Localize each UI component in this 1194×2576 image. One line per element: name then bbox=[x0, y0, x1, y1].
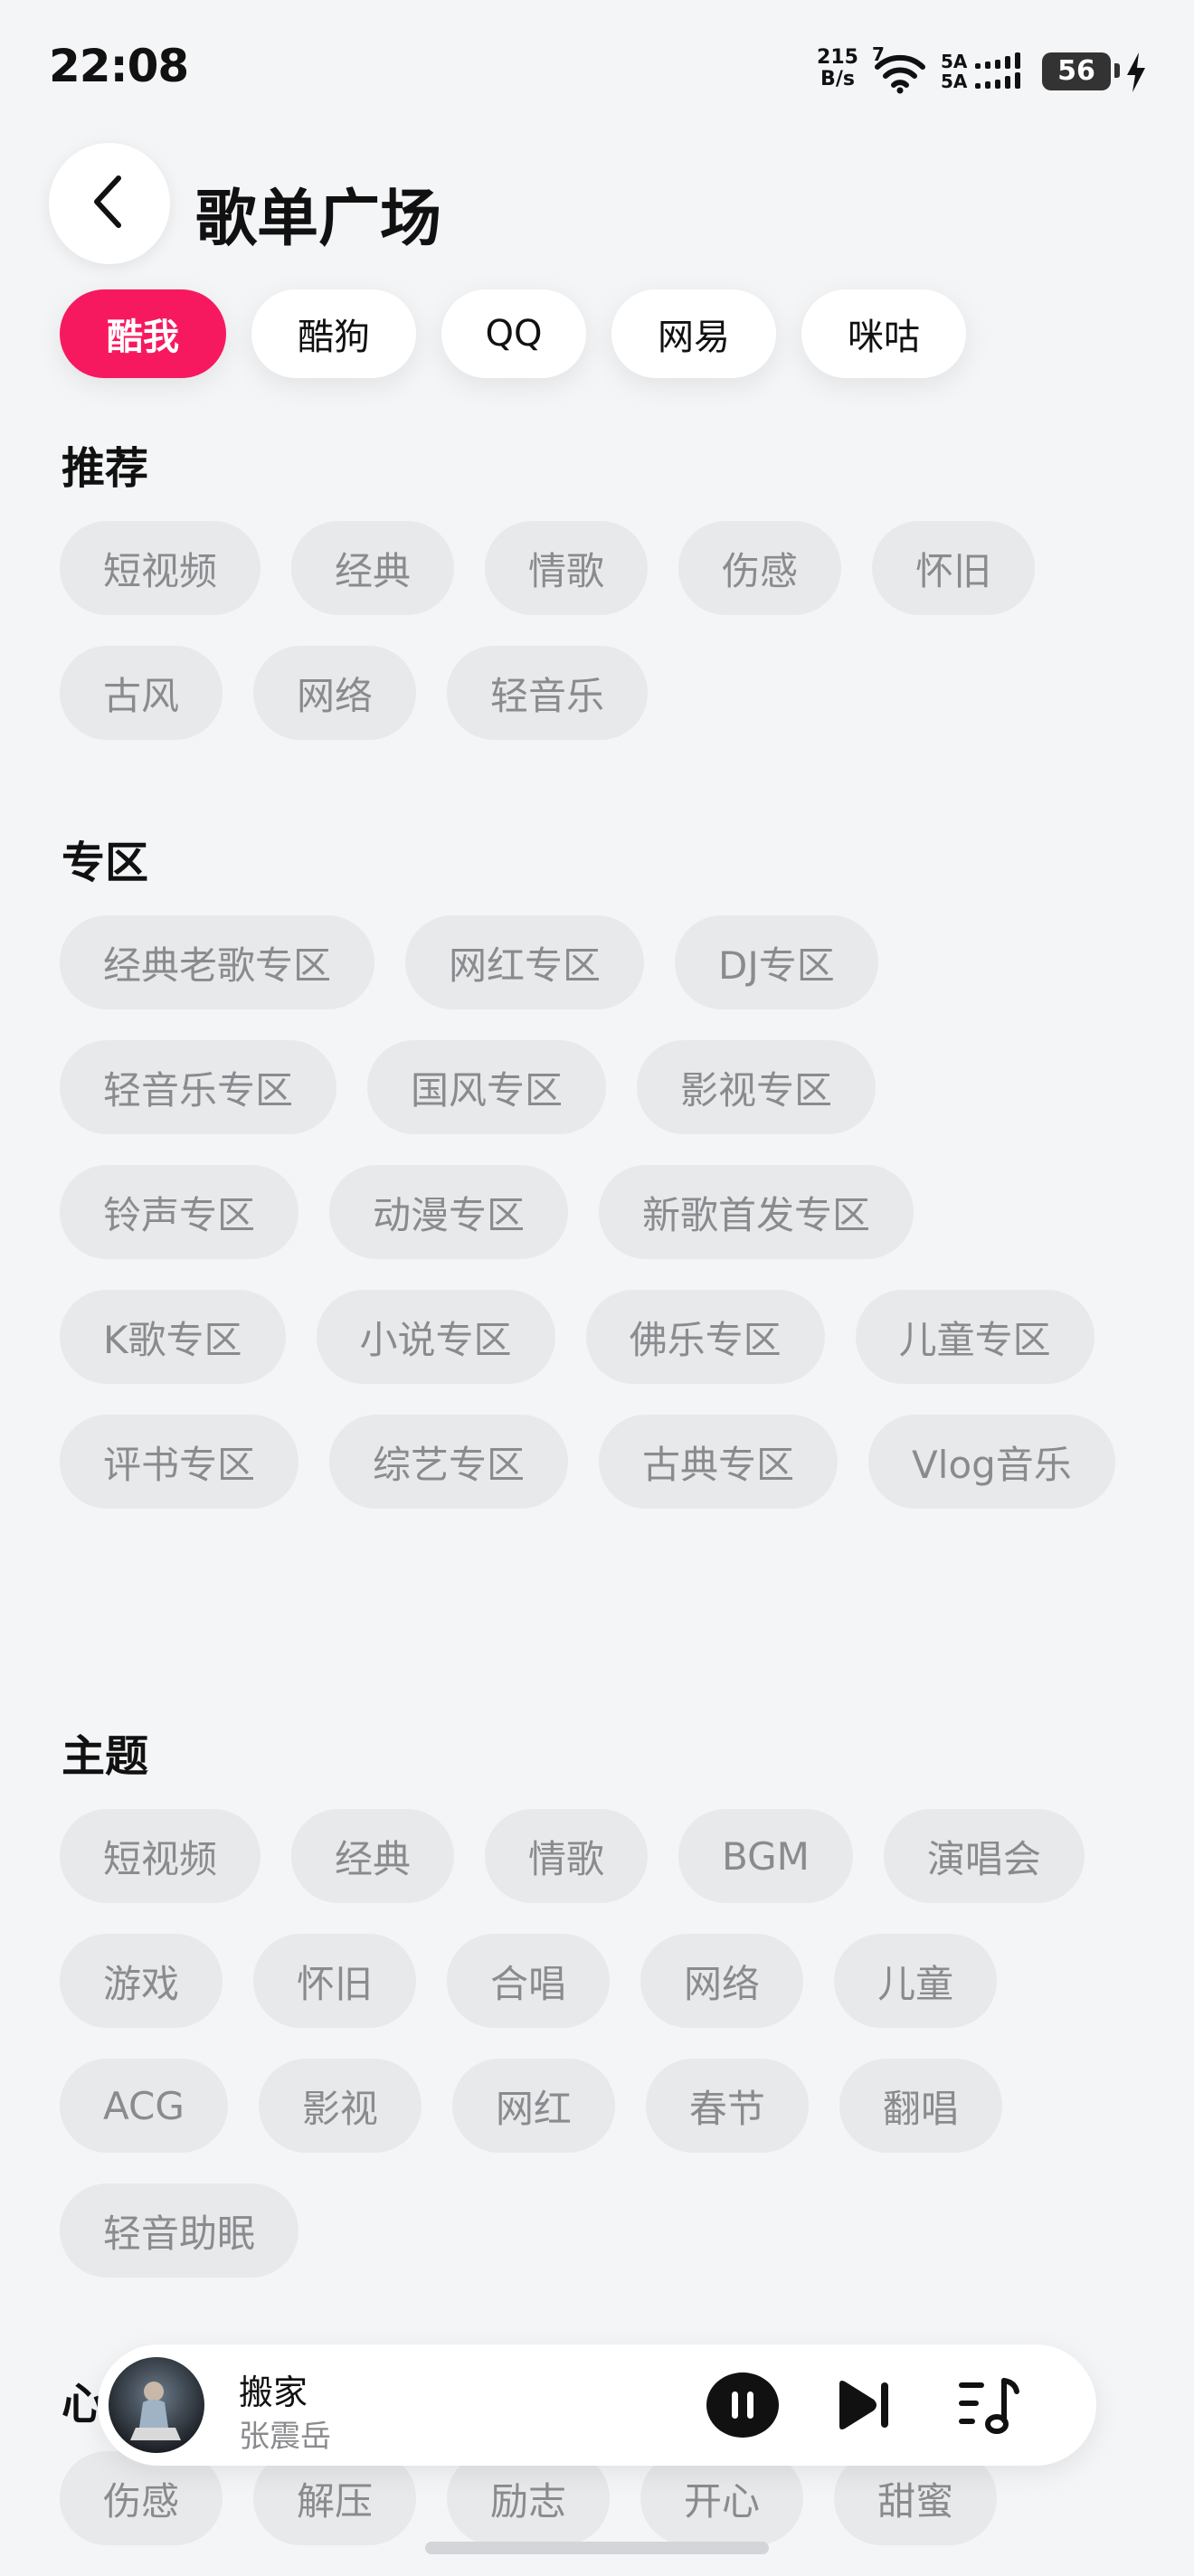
chip-item[interactable]: 网络 bbox=[253, 646, 417, 740]
section-title-themes: 主题 bbox=[62, 1731, 149, 1782]
song-artist: 张震岳 bbox=[239, 2419, 331, 2455]
charging-bolt-icon bbox=[1125, 52, 1147, 92]
chip-item[interactable]: 短视频 bbox=[60, 1809, 261, 1903]
sim1-label: 5A bbox=[941, 51, 968, 72]
chip-group-zones: 经典老歌专区 网红专区 DJ专区轻音乐专区 国风专区 影视专区铃声专区 动漫专区 新歌首发专… bbox=[60, 915, 1145, 1509]
chip-item[interactable]: 动漫专区 bbox=[329, 1165, 569, 1259]
section-title-zones: 专区 bbox=[62, 838, 149, 888]
chevron-left-icon bbox=[88, 173, 131, 234]
chip-item[interactable]: 游戏 bbox=[60, 1934, 223, 2028]
tab-kugou[interactable]: 酷狗 bbox=[251, 289, 416, 378]
cell-signal-icon: 5A 5A bbox=[941, 51, 1031, 94]
chip-item[interactable]: 轻音乐 bbox=[447, 646, 649, 740]
playlist-icon bbox=[957, 2378, 1022, 2440]
tab-qq[interactable]: QQ bbox=[441, 289, 586, 378]
back-button[interactable] bbox=[49, 143, 170, 264]
album-cover[interactable] bbox=[109, 2357, 204, 2453]
chip-item[interactable]: ACG bbox=[60, 2059, 228, 2153]
chip-item[interactable]: 古风 bbox=[60, 646, 223, 740]
chip-item[interactable]: 怀旧 bbox=[872, 521, 1036, 615]
next-button[interactable] bbox=[834, 2375, 894, 2435]
chip-item[interactable]: K歌专区 bbox=[60, 1290, 286, 1384]
chip-item[interactable]: 综艺专区 bbox=[329, 1415, 569, 1509]
chip-item[interactable]: 轻音乐专区 bbox=[60, 1040, 337, 1134]
section-title-recommend: 推荐 bbox=[62, 443, 149, 494]
sim2-label: 5A bbox=[941, 71, 968, 92]
chip-item[interactable]: 春节 bbox=[645, 2059, 809, 2153]
chip-item[interactable]: 网红专区 bbox=[405, 915, 645, 1009]
chip-item[interactable]: 铃声专区 bbox=[60, 1165, 299, 1259]
chip-item[interactable]: 经典 bbox=[291, 1809, 455, 1903]
battery-tip bbox=[1114, 63, 1120, 78]
chip-item[interactable]: 情歌 bbox=[485, 1809, 649, 1903]
chip-group-recommend: 短视频 经典 情歌 伤感 怀旧古风 网络 轻音乐 bbox=[60, 521, 1145, 740]
chip-item[interactable]: 影视专区 bbox=[637, 1040, 877, 1134]
net-speed: 215 B/s bbox=[814, 47, 861, 90]
chip-item[interactable]: 国风专区 bbox=[367, 1040, 607, 1134]
mini-player[interactable]: 搬家 张震岳 bbox=[98, 2344, 1096, 2466]
chip-item[interactable]: 评书专区 bbox=[60, 1415, 299, 1509]
chip-item[interactable]: 儿童专区 bbox=[855, 1290, 1094, 1384]
tab-kuwo[interactable]: 酷我 bbox=[60, 289, 226, 378]
chip-item[interactable]: 演唱会 bbox=[883, 1809, 1085, 1903]
source-tabs: 酷我 酷狗 QQ 网易 咪咕 bbox=[60, 289, 966, 378]
chip-item[interactable]: 新歌首发专区 bbox=[599, 1165, 914, 1259]
pause-button[interactable] bbox=[706, 2368, 780, 2442]
chip-item[interactable]: 佛乐专区 bbox=[585, 1290, 825, 1384]
playlist-button[interactable] bbox=[957, 2373, 1022, 2437]
chip-item[interactable]: 经典老歌专区 bbox=[60, 915, 375, 1009]
wifi-badge: 7 bbox=[872, 43, 885, 65]
pause-icon bbox=[706, 2372, 780, 2446]
tab-netease[interactable]: 网易 bbox=[611, 289, 776, 378]
chip-group-themes: 短视频 经典 情歌 BGM 演唱会游戏 怀旧 合唱 网络 儿童 ACG 影视 网红 春节 翻唱轻音助眠 bbox=[60, 1809, 1145, 2278]
home-indicator bbox=[425, 2542, 769, 2554]
chip-item[interactable]: 小说专区 bbox=[316, 1290, 555, 1384]
chip-item[interactable]: 合唱 bbox=[447, 1934, 611, 2028]
page-title: 歌单广场 bbox=[195, 184, 442, 255]
song-title: 搬家 bbox=[239, 2372, 308, 2412]
chip-item[interactable]: 情歌 bbox=[485, 521, 649, 615]
wifi-icon: 7 bbox=[870, 43, 930, 94]
chip-item[interactable]: Vlog音乐 bbox=[868, 1415, 1115, 1509]
skip-next-icon bbox=[834, 2381, 894, 2439]
status-bar: 22:08 215 B/s 7 5A 5A 56 bbox=[0, 0, 1194, 136]
tab-migu[interactable]: 咪咕 bbox=[801, 289, 966, 378]
chip-item[interactable]: 经典 bbox=[291, 521, 455, 615]
chip-item[interactable]: 儿童 bbox=[834, 1934, 998, 2028]
net-speed-unit: B/s bbox=[820, 68, 855, 90]
chip-item[interactable]: 影视 bbox=[258, 2059, 422, 2153]
chip-item[interactable]: DJ专区 bbox=[675, 915, 878, 1009]
chip-item[interactable]: 翻唱 bbox=[839, 2059, 1002, 2153]
net-speed-value: 215 bbox=[817, 46, 858, 69]
chip-item[interactable]: 网红 bbox=[451, 2059, 615, 2153]
chip-item[interactable]: 怀旧 bbox=[253, 1934, 417, 2028]
chip-item[interactable]: BGM bbox=[678, 1809, 853, 1903]
chip-item[interactable]: 古典专区 bbox=[599, 1415, 839, 1509]
chip-item[interactable]: 网络 bbox=[640, 1934, 804, 2028]
chip-item[interactable]: 短视频 bbox=[60, 521, 261, 615]
chip-item[interactable]: 轻音助眠 bbox=[60, 2183, 299, 2278]
chip-item[interactable]: 伤感 bbox=[678, 521, 842, 615]
battery-indicator: 56 bbox=[1042, 52, 1111, 90]
status-time: 22:08 bbox=[49, 40, 189, 92]
